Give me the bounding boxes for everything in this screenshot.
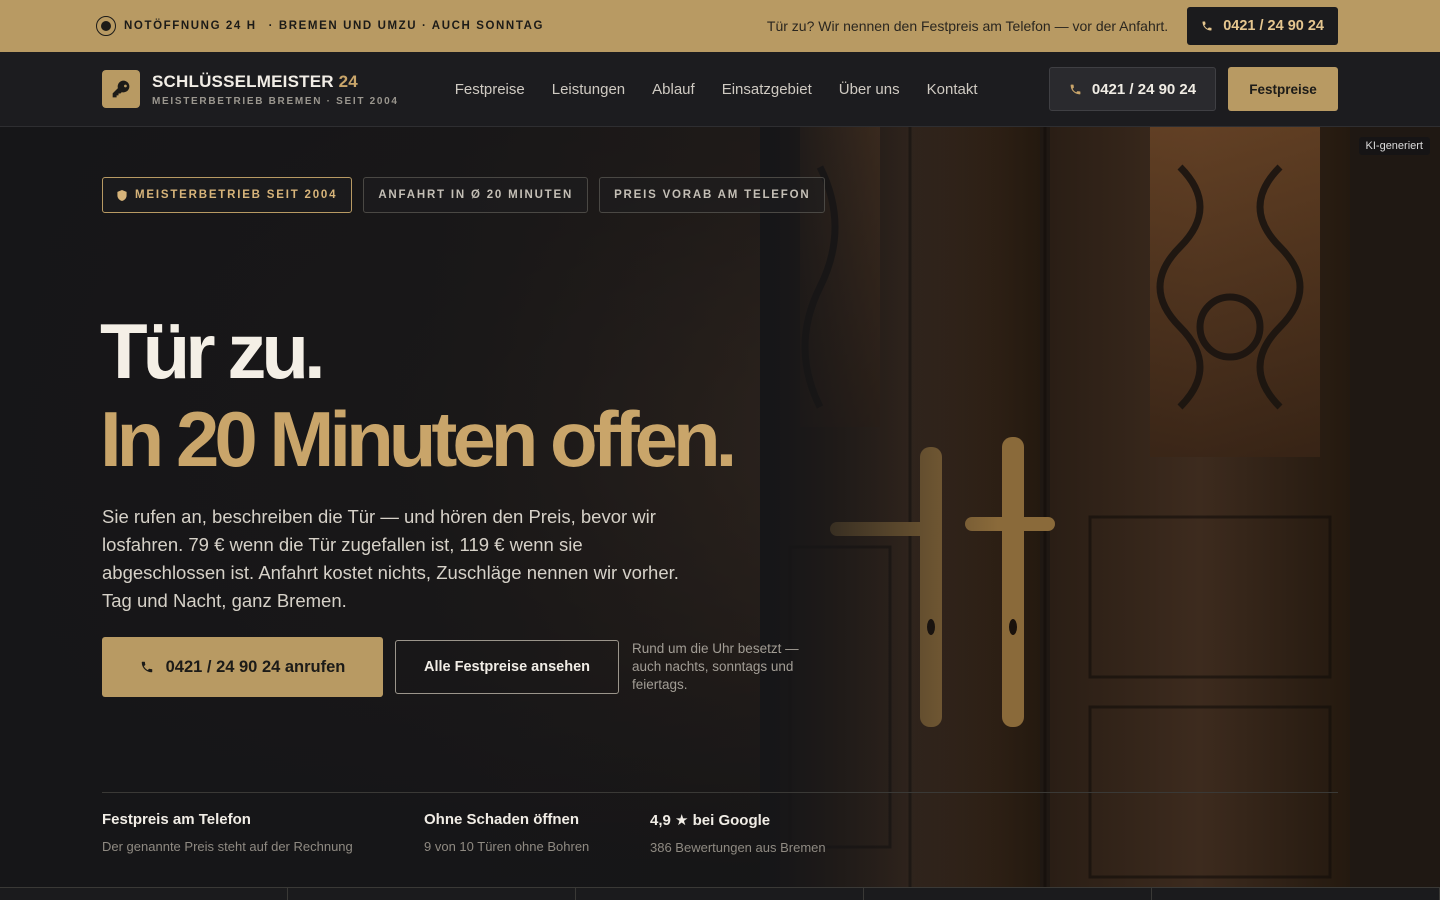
strip-cell (1152, 888, 1440, 900)
badge-preis: PREIS VORAB AM TELEFON (599, 177, 826, 213)
shield-icon (117, 189, 127, 201)
hero-headline: Tür zu. In 20 Minuten offen. (100, 307, 737, 483)
door-image (760, 127, 1440, 900)
all-prices-button[interactable]: Alle Festpreise ansehen (395, 640, 619, 694)
nav-item-festpreise[interactable]: Festpreise (455, 81, 525, 98)
nav-item-ablauf[interactable]: Ablauf (652, 81, 695, 98)
key-icon (112, 80, 130, 98)
feature-title: 4,9 ★ bei Google (650, 812, 771, 829)
divider (102, 792, 1338, 793)
phone-icon (1070, 84, 1081, 94)
feature-subtitle: 9 von 10 Türen ohne Bohren (424, 839, 590, 854)
topbar-phone-label: 0421 / 24 90 24 (1223, 18, 1324, 34)
feature-title: Ohne Schaden öffnen (424, 811, 580, 828)
hero-cta-row: 0421 / 24 90 24 anrufen Alle Festpreise … (102, 637, 802, 697)
nav-item-kontakt[interactable]: Kontakt (927, 81, 978, 98)
feature-item: 4,9 ★ bei Google 386 Bewertungen aus Bre… (650, 811, 890, 855)
badge-meisterbetrieb: MEISTERBETRIEB SEIT 2004 (102, 177, 353, 213)
feature-list: Festpreis am Telefon Der genannte Preis … (102, 811, 890, 855)
emergency-info: NOTÖFFNUNG 24 H · BREMEN UND UMZU · AUCH… (96, 16, 544, 36)
brand-subtitle: MEISTERBETRIEB BREMEN · SEIT 2004 (152, 95, 399, 107)
feature-title: Festpreis am Telefon (102, 811, 251, 828)
phone-icon (1202, 21, 1212, 31)
call-button-label: 0421 / 24 90 24 anrufen (165, 657, 346, 676)
nav-item-einsatzgebiet[interactable]: Einsatzgebiet (722, 81, 812, 98)
feature-subtitle: 386 Bewertungen aus Bremen (650, 840, 826, 855)
topbar-phone-button[interactable]: 0421 / 24 90 24 (1187, 7, 1338, 45)
feature-item: Festpreis am Telefon Der genannte Preis … (102, 811, 424, 855)
nav-phone-label: 0421 / 24 90 24 (1091, 80, 1197, 98)
feature-item: Ohne Schaden öffnen 9 von 10 Türen ohne … (424, 811, 650, 855)
headline-line-2: In 20 Minuten offen. (100, 395, 737, 483)
ai-generated-tag: KI-generiert (1358, 137, 1430, 155)
trust-badges: MEISTERBETRIEB SEIT 2004 ANFAHRT IN Ø 20… (102, 177, 826, 213)
strip-cell (288, 888, 576, 900)
strip-cell (0, 888, 288, 900)
phone-icon (141, 661, 152, 673)
headline-line-1: Tür zu. (100, 307, 326, 395)
next-section-edge (0, 887, 1440, 900)
strip-cell (576, 888, 864, 900)
top-bar: NOTÖFFNUNG 24 H · BREMEN UND UMZU · AUCH… (0, 0, 1440, 52)
nav-phone-button[interactable]: 0421 / 24 90 24 (1049, 67, 1216, 111)
logo[interactable] (102, 70, 140, 108)
hero-section: KI-generiert MEISTERBETRIEB SEIT 2004 AN… (0, 127, 1440, 900)
badge-label: PREIS VORAB AM TELEFON (614, 189, 811, 201)
topbar-notice: Tür zu? Wir nennen den Festpreis am Tele… (766, 18, 1169, 34)
brand[interactable]: SCHLÜSSELMEISTER 24 MEISTERBETRIEB BREME… (152, 72, 399, 107)
nav-item-leistungen[interactable]: Leistungen (552, 81, 625, 98)
region-label: · BREMEN UND UMZU · AUCH SONNTAG (268, 20, 545, 32)
badge-anfahrt: ANFAHRT IN Ø 20 MINUTEN (363, 177, 589, 213)
brand-number: 24 (338, 71, 358, 91)
badge-label: MEISTERBETRIEB SEIT 2004 (135, 189, 338, 201)
emergency-label: NOTÖFFNUNG 24 H (124, 20, 257, 32)
hero-lead: Sie rufen an, beschreiben die Tür — und … (102, 506, 679, 611)
feature-subtitle: Der genannte Preis steht auf der Rechnun… (102, 839, 353, 854)
nav-menu: Festpreise Leistungen Ablauf Einsatzgebi… (455, 81, 978, 98)
availability-note: Rund um die Uhr besetzt — auch nachts, s… (632, 641, 799, 692)
brand-name: SCHLÜSSELMEISTER 24 (152, 71, 358, 91)
strip-cell (864, 888, 1152, 900)
live-dot-icon (96, 16, 116, 36)
festpreise-button[interactable]: Festpreise (1228, 67, 1338, 111)
badge-label: ANFAHRT IN Ø 20 MINUTEN (378, 189, 574, 201)
call-button[interactable]: 0421 / 24 90 24 anrufen (102, 637, 383, 697)
main-nav: SCHLÜSSELMEISTER 24 MEISTERBETRIEB BREME… (0, 52, 1440, 127)
nav-item-ueber-uns[interactable]: Über uns (839, 81, 900, 98)
